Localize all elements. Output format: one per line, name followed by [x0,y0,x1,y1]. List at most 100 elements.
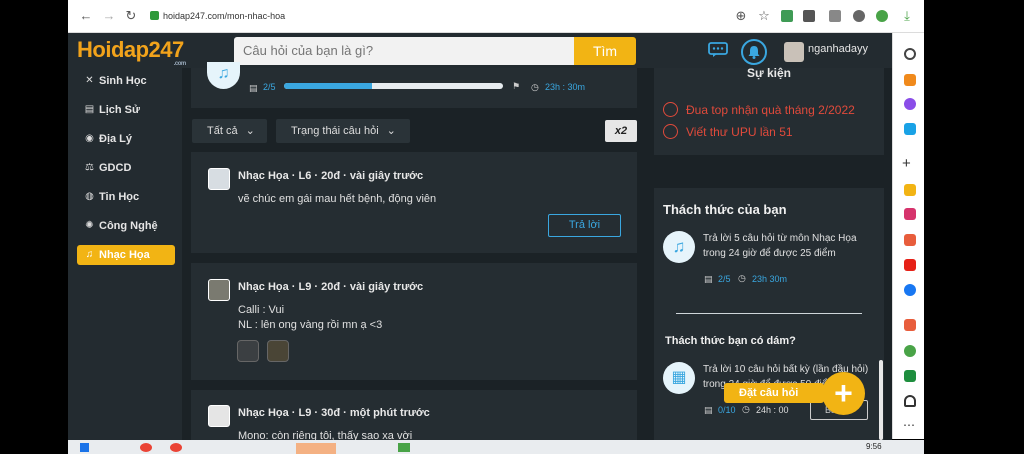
dare-title: Thách thức bạn có dám? [665,335,796,347]
filter-all-dropdown[interactable]: Tất cả ⌄ [192,119,267,143]
challenge-timer: 23h 30m [752,274,788,284]
grid-icon: ▦ [663,362,695,394]
logo-sub: .com [173,61,187,67]
youtube-icon[interactable] [904,259,916,271]
hoidap-icon[interactable] [904,184,916,196]
sidebar-item-gdcd[interactable]: ⚖ GDCD [77,158,175,178]
attachment-thumbnail[interactable] [237,340,259,362]
settings-icon[interactable] [904,345,916,357]
site-logo[interactable]: Hoidap247 .com [77,37,186,67]
ask-question-label[interactable]: Đặt câu hỏi [724,383,824,403]
add-icon[interactable]: + [902,155,911,172]
shopping-icon[interactable] [904,234,916,246]
download-extension-icon[interactable] [803,10,815,22]
skype-icon[interactable] [904,123,916,135]
x2-badge[interactable]: x2 [605,120,637,142]
runner-icon: ⚑ [512,81,521,91]
extension-icon[interactable] [781,10,793,22]
clipboard-icon: ▤ [704,274,713,284]
sidebar-item-cong-nghe[interactable]: ✺ Công Nghệ [77,216,175,236]
search-input[interactable] [234,37,574,65]
sidebar-item-label: Sinh Học [99,75,147,87]
flag-icon [663,124,678,139]
forward-arrow-icon[interactable]: → [102,9,116,23]
question-meta: Nhạc Họa · L9 · 30đ · một phút trước [238,407,430,419]
user-avatar[interactable] [208,405,230,427]
sheets-icon[interactable] [904,370,916,382]
office-icon[interactable] [904,319,916,331]
challenge-text-line: Trả lời 5 câu hỏi từ môn Nhạc Họa [703,233,857,244]
gear-icon: ✺ [85,220,94,231]
notification-bell-icon[interactable] [904,395,916,407]
address-bar[interactable]: hoidap247.com/mon-nhac-hoa [142,7,742,26]
attachment-thumbnail[interactable] [267,340,289,362]
question-meta: Nhạc Họa · L6 · 20đ · vài giây trước [238,170,424,182]
filter-status-dropdown[interactable]: Trạng thái câu hỏi ⌄ [276,119,410,143]
question-body-line: NL : lên ong vàng rồi mn ạ <3 [238,319,383,331]
sidebar-item-nhac-hoa[interactable]: ♫ Nhạc Họa [77,245,175,265]
clipboard-icon: ▤ [704,405,713,415]
chat-icon[interactable] [708,42,728,58]
extensions-puzzle-icon[interactable] [829,10,841,22]
taskbar-app[interactable] [398,443,410,452]
chevron-down-icon: ⌄ [245,125,255,137]
history-icon[interactable] [904,48,916,60]
username-label[interactable]: nganhadayy [808,43,868,55]
question-body: vẽ chúc em gái mau hết bệnh, động viên [238,193,437,205]
globe-icon: ◉ [85,133,94,144]
reply-button[interactable]: Trả lời [548,214,621,237]
search-button[interactable]: Tìm [574,37,636,65]
logo-text: Hoidap247 [77,37,184,62]
back-arrow-icon[interactable]: ← [79,9,93,23]
sidebar-item-label: Tin Học [99,191,140,203]
sidebar-item-label: Địa Lý [99,133,133,145]
challenges-title: Thách thức của bạn [663,202,787,217]
messenger-icon[interactable] [904,98,916,110]
facebook-icon[interactable] [904,284,916,296]
sidebar-item-label: Công Nghệ [99,220,158,232]
lock-icon [150,11,159,20]
scroll-icon: ▤ [84,104,95,115]
crown-icon[interactable] [904,74,916,86]
sidebar-item-dia-ly[interactable]: ◉ Địa Lý [77,129,175,149]
event-link[interactable]: Đua top nhận quà tháng 2/2022 [686,103,855,117]
sidebar-item-label: GDCD [99,162,132,174]
question-body-line: Calli : Vui [238,304,285,316]
account-icon[interactable] [876,10,888,22]
chevron-down-icon: ⌄ [386,125,396,137]
bell-icon[interactable] [741,39,767,65]
music-note-icon: ♫ [85,249,94,260]
zoom-icon[interactable]: ⊕ [734,9,748,23]
download-icon[interactable]: ⤓ [900,9,914,23]
user-avatar[interactable] [208,279,230,301]
user-avatar[interactable] [208,168,230,190]
chrome-taskbar-icon[interactable] [140,443,152,452]
event-link[interactable]: Viết thư UPU lần 51 [686,125,793,139]
challenge-text-line: trong 24 giờ để được 25 điểm [703,248,836,259]
challenge-progress-text: 2/5 [263,82,276,92]
user-avatar[interactable] [784,42,804,62]
more-icon[interactable]: ⋯ [903,418,915,432]
taskbar-clock: 9:56 [866,442,882,451]
sidebar-item-lich-su[interactable]: ▤ Lịch Sử [77,100,175,120]
challenge-timer: 23h : 30m [545,82,586,92]
chrome-taskbar-icon[interactable] [170,443,182,452]
challenge-progress-fill [284,83,372,89]
plus-icon[interactable]: + [822,372,865,415]
reload-icon[interactable]: ↻ [124,9,138,23]
challenge-timer: 24h : 00 [756,405,789,415]
panel-scrollbar[interactable] [879,360,883,440]
computer-icon: ◍ [85,191,94,202]
instagram-icon[interactable] [904,208,916,220]
taskbar-app[interactable] [296,443,336,454]
filter-all-label: Tất cả [207,125,238,137]
events-title: Sự kiện [746,66,792,80]
music-note-icon: ♫ [663,231,695,263]
challenge-progress-text: 2/5 [718,274,731,284]
sidebar-item-sinh-hoc[interactable]: ✕ Sinh Học [77,71,175,91]
windows-start-icon[interactable] [80,443,89,452]
profile-icon[interactable] [853,10,865,22]
bookmark-star-icon[interactable]: ☆ [757,9,771,23]
sidebar-item-tin-hoc[interactable]: ◍ Tin Học [77,187,175,207]
clock-icon: ◷ [742,404,750,414]
